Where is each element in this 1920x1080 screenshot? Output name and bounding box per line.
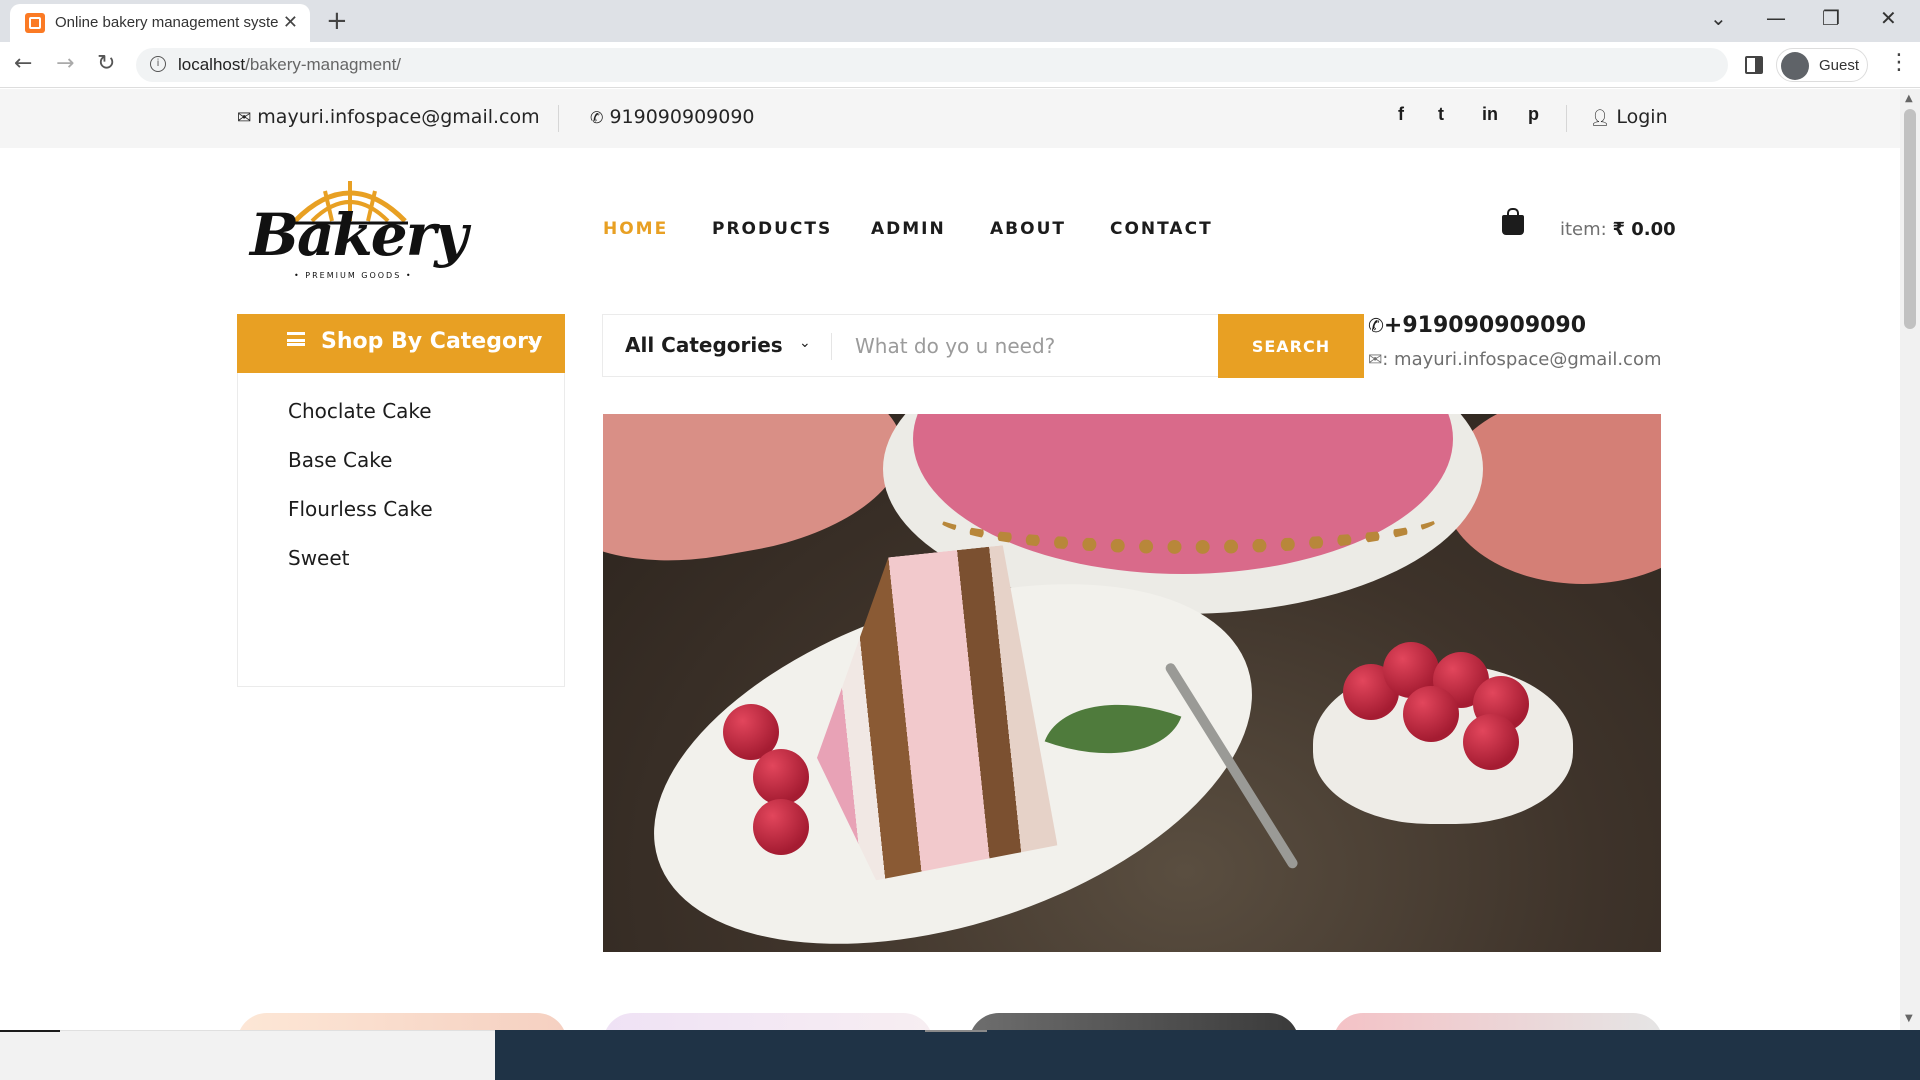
- hero-banner-image[interactable]: [603, 414, 1661, 952]
- logo-wordmark: Bakery: [250, 201, 468, 269]
- page-scrollbar[interactable]: ▲ ▼: [1900, 89, 1920, 1030]
- top-info-bar: ✉ mayuri.infospace@gmail.com ✆ 919090909…: [0, 89, 1900, 148]
- category-cards-row: [237, 1013, 1663, 1030]
- category-card[interactable]: [1333, 1013, 1663, 1030]
- minimize-button[interactable]: —: [1766, 6, 1786, 30]
- tab-title: Online bakery management syste: [55, 14, 279, 31]
- bottom-panel-left: [0, 1030, 495, 1080]
- facebook-icon[interactable]: f: [1398, 104, 1404, 125]
- category-card[interactable]: [237, 1013, 567, 1030]
- shop-by-category-toggle[interactable]: Shop By Category ⌄: [237, 314, 565, 373]
- nav-contact[interactable]: CONTACT: [1110, 219, 1213, 239]
- topbar-phone: ✆ 919090909090: [590, 106, 755, 128]
- chevron-down-icon[interactable]: ⌄: [799, 335, 811, 351]
- envelope-icon: ✉: [237, 108, 252, 128]
- address-url: localhost/bakery-managment/: [178, 55, 402, 74]
- category-item[interactable]: Sweet: [288, 546, 350, 570]
- tab-search-icon[interactable]: ⌄: [1710, 6, 1727, 30]
- pink-cloth: [603, 414, 916, 584]
- footer-dark-panel: [495, 1030, 1920, 1080]
- linkedin-icon[interactable]: in: [1482, 104, 1498, 125]
- category-select[interactable]: All Categories: [625, 333, 783, 357]
- profile-button[interactable]: Guest: [1776, 48, 1868, 82]
- restore-button[interactable]: ❐: [1822, 6, 1840, 30]
- envelope-icon: ✉: [1368, 350, 1383, 370]
- shopping-bag-icon[interactable]: [1502, 208, 1524, 235]
- browser-tab-strip: Online bakery management syste ✕ + ⌄ — ❐…: [0, 0, 1920, 42]
- phone-icon: ✆: [1368, 315, 1384, 337]
- hamburger-icon: [287, 332, 305, 346]
- forward-arrow-icon[interactable]: →: [56, 51, 74, 76]
- reload-icon[interactable]: ↻: [97, 51, 115, 76]
- nav-admin[interactable]: ADMIN: [871, 219, 946, 239]
- nav-about[interactable]: ABOUT: [990, 219, 1066, 239]
- tab-close-icon[interactable]: ✕: [283, 12, 298, 33]
- topbar-divider: [1566, 105, 1567, 132]
- phone-icon: ✆: [590, 108, 604, 127]
- category-title: Shop By Category: [321, 329, 543, 354]
- page-viewport: ✉ mayuri.infospace@gmail.com ✆ 919090909…: [0, 89, 1900, 1030]
- guest-avatar-icon: [1781, 52, 1809, 80]
- scroll-thumb[interactable]: [1904, 109, 1916, 329]
- back-arrow-icon[interactable]: ←: [14, 51, 32, 76]
- bakery-logo[interactable]: Bakery • PREMIUM GOODS •: [250, 173, 468, 293]
- search-divider: [831, 333, 832, 360]
- twitter-icon[interactable]: t: [1438, 104, 1444, 125]
- topbar-divider: [558, 105, 559, 132]
- new-tab-button[interactable]: +: [326, 6, 348, 36]
- scroll-up-icon[interactable]: ▲: [1905, 93, 1913, 104]
- browser-tab[interactable]: Online bakery management syste ✕: [10, 4, 310, 42]
- hero-phone: ✆+919090909090: [1368, 313, 1587, 338]
- category-item[interactable]: Flourless Cake: [288, 497, 433, 521]
- chevron-down-icon: ⌄: [525, 330, 539, 349]
- cart-total: ₹ 0.00: [1612, 219, 1676, 240]
- search-form: All Categories ⌄ SEARCH: [602, 314, 1364, 378]
- scroll-down-icon[interactable]: ▼: [1905, 1013, 1913, 1024]
- category-item[interactable]: Choclate Cake: [288, 399, 432, 423]
- search-input[interactable]: [843, 317, 1213, 374]
- side-panel-icon[interactable]: [1745, 56, 1763, 74]
- topbar-email[interactable]: ✉ mayuri.infospace@gmail.com: [237, 106, 540, 128]
- site-info-icon[interactable]: i: [150, 56, 166, 72]
- login-link[interactable]: 👤︎ Login: [1590, 106, 1668, 128]
- bottom-edge-notch: [925, 1030, 987, 1032]
- address-bar[interactable]: i localhost/bakery-managment/: [136, 48, 1728, 82]
- category-card[interactable]: [603, 1013, 933, 1030]
- logo-tagline: • PREMIUM GOODS •: [294, 271, 413, 280]
- raspberry: [1463, 714, 1519, 770]
- category-item[interactable]: Base Cake: [288, 448, 392, 472]
- close-window-button[interactable]: ✕: [1880, 6, 1897, 30]
- profile-label: Guest: [1819, 57, 1860, 74]
- cart-summary[interactable]: item: ₹ 0.00: [1560, 219, 1676, 240]
- nav-home[interactable]: HOME: [603, 219, 668, 239]
- raspberry: [753, 799, 809, 855]
- user-icon: 👤︎: [1590, 108, 1611, 127]
- xampp-favicon-icon: [25, 13, 45, 33]
- category-card[interactable]: [969, 1013, 1299, 1030]
- raspberry: [753, 749, 809, 805]
- raspberry: [1403, 686, 1459, 742]
- pinterest-icon[interactable]: p: [1528, 104, 1539, 125]
- browser-toolbar: ← → ↻ i localhost/bakery-managment/ Gues…: [0, 42, 1920, 88]
- category-list: Choclate Cake Base Cake Flourless Cake S…: [237, 373, 565, 687]
- browser-menu-icon[interactable]: ⋮: [1888, 50, 1910, 75]
- cake-nut-crumbs: [933, 474, 1443, 554]
- nav-products[interactable]: PRODUCTS: [712, 219, 832, 239]
- hero-email: ✉: mayuri.infospace@gmail.com: [1368, 349, 1662, 370]
- search-button[interactable]: SEARCH: [1218, 314, 1364, 378]
- bottom-edge-line: [0, 1030, 60, 1032]
